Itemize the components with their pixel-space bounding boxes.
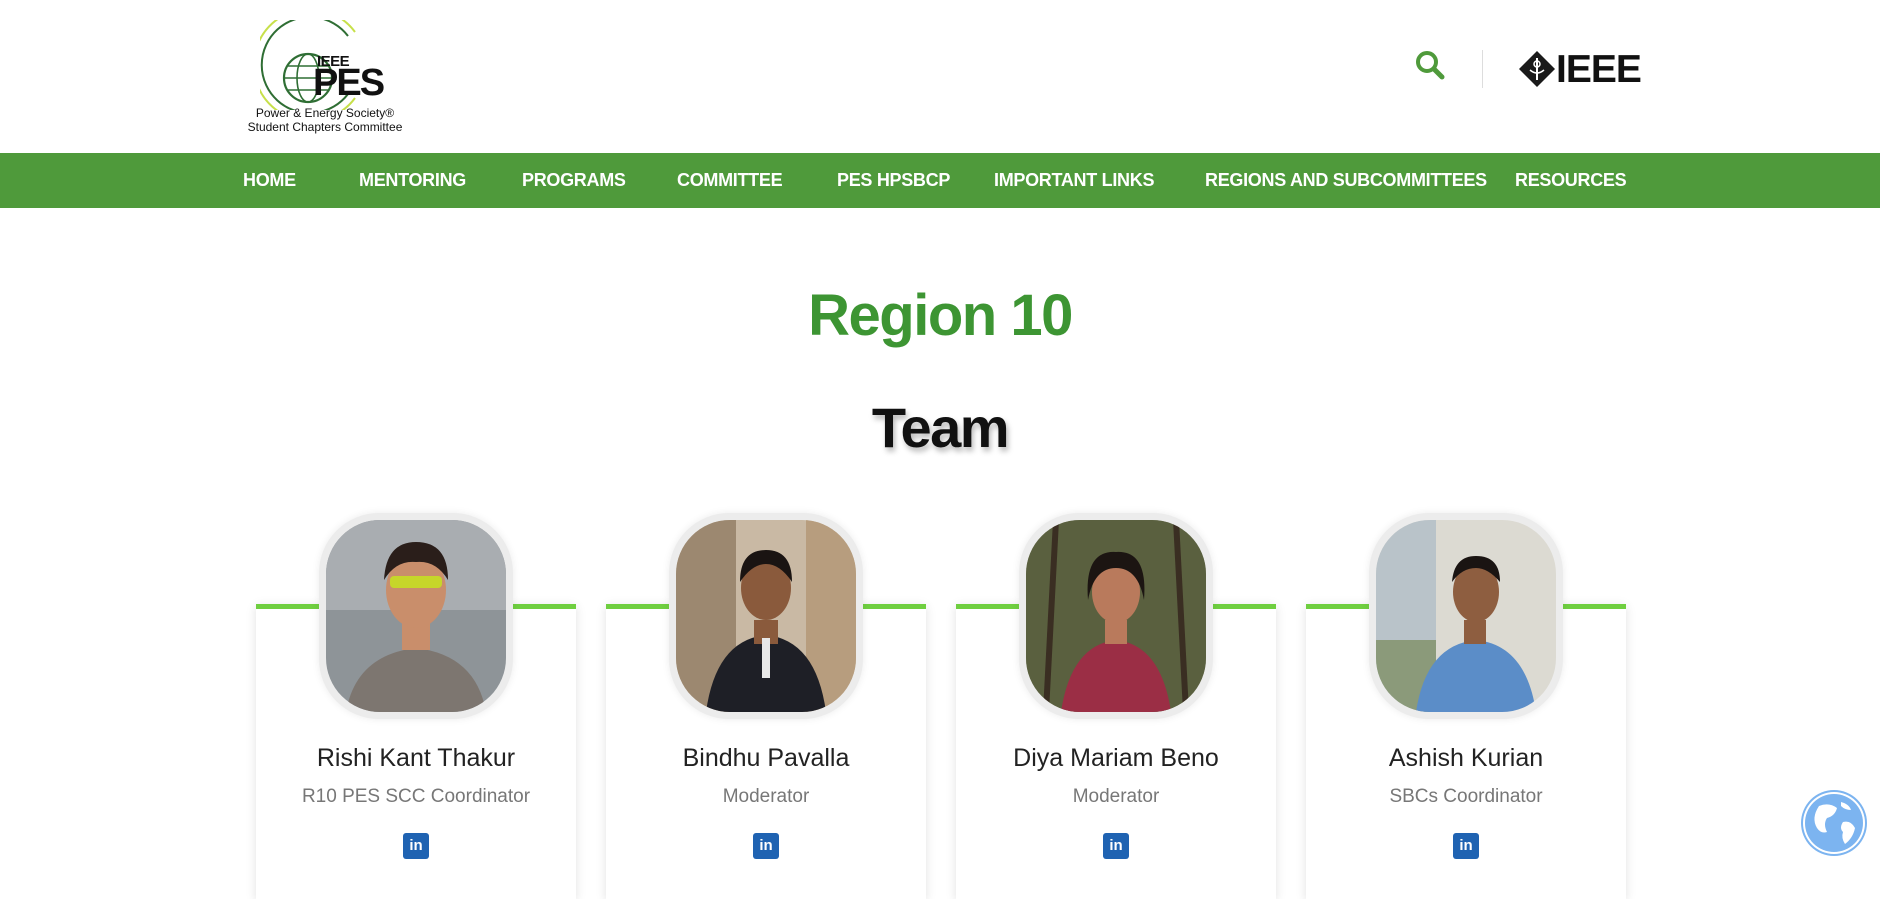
ieee-wordmark: IEEE	[1556, 48, 1642, 91]
nav-mentoring[interactable]: MENTORING	[359, 153, 466, 208]
member-role: R10 PES SCC Coordinator	[301, 786, 531, 807]
member-photo-frame	[1369, 513, 1563, 719]
linkedin-icon[interactable]: in	[403, 833, 429, 859]
ieee-pes-logo[interactable]: IEEE PES Power & Energy Society® Student…	[240, 20, 410, 138]
globe-icon	[1801, 790, 1867, 856]
nav-home[interactable]: HOME	[243, 153, 296, 208]
member-photo-frame	[319, 513, 513, 719]
site-header: IEEE PES Power & Energy Society® Student…	[0, 0, 1880, 153]
member-name: Diya Mariam Beno	[1013, 744, 1219, 772]
region-title: Region 10	[808, 283, 1073, 348]
member-photo-frame	[1019, 513, 1213, 719]
nav-programs[interactable]: PROGRAMS	[522, 153, 626, 208]
logo-tagline-2: Student Chapters Committee	[247, 120, 403, 134]
nav-important-links[interactable]: IMPORTANT LINKS	[994, 153, 1154, 208]
nav-resources[interactable]: RESOURCES	[1515, 153, 1627, 208]
linkedin-icon[interactable]: in	[753, 833, 779, 859]
team-title: Team	[871, 396, 1010, 459]
member-name: Ashish Kurian	[1388, 744, 1544, 772]
nav-pes-hpsbcp[interactable]: PES HPSBCP	[837, 153, 950, 208]
member-photo	[676, 520, 856, 712]
nav-regions-subcommittees[interactable]: REGIONS AND SUBCOMMITTEES	[1205, 153, 1487, 208]
translate-button[interactable]	[1799, 788, 1869, 858]
member-role: Moderator	[722, 786, 810, 807]
header-divider	[1482, 50, 1483, 88]
member-role: SBCs Coordinator	[1389, 786, 1543, 807]
logo-pes-text: PES	[313, 62, 385, 104]
linkedin-icon[interactable]: in	[1453, 833, 1479, 859]
nav-committee[interactable]: COMMITTEE	[677, 153, 783, 208]
member-role: Moderator	[1072, 786, 1160, 807]
search-button[interactable]	[1410, 45, 1450, 85]
ieee-logo[interactable]: IEEE	[1518, 48, 1648, 92]
member-name: Rishi Kant Thakur	[316, 744, 516, 772]
member-name: Bindhu Pavalla	[682, 744, 850, 772]
member-photo	[1376, 520, 1556, 712]
member-photo	[1026, 520, 1206, 712]
member-photo-frame	[669, 513, 863, 719]
linkedin-icon[interactable]: in	[1103, 833, 1129, 859]
ieee-diamond-icon	[1519, 51, 1555, 87]
main-navigation: HOME MENTORING PROGRAMS COMMITTEE PES HP…	[0, 153, 1880, 208]
logo-tagline-1: Power & Energy Society®	[255, 106, 395, 120]
member-photo	[326, 520, 506, 712]
search-icon	[1416, 51, 1445, 80]
